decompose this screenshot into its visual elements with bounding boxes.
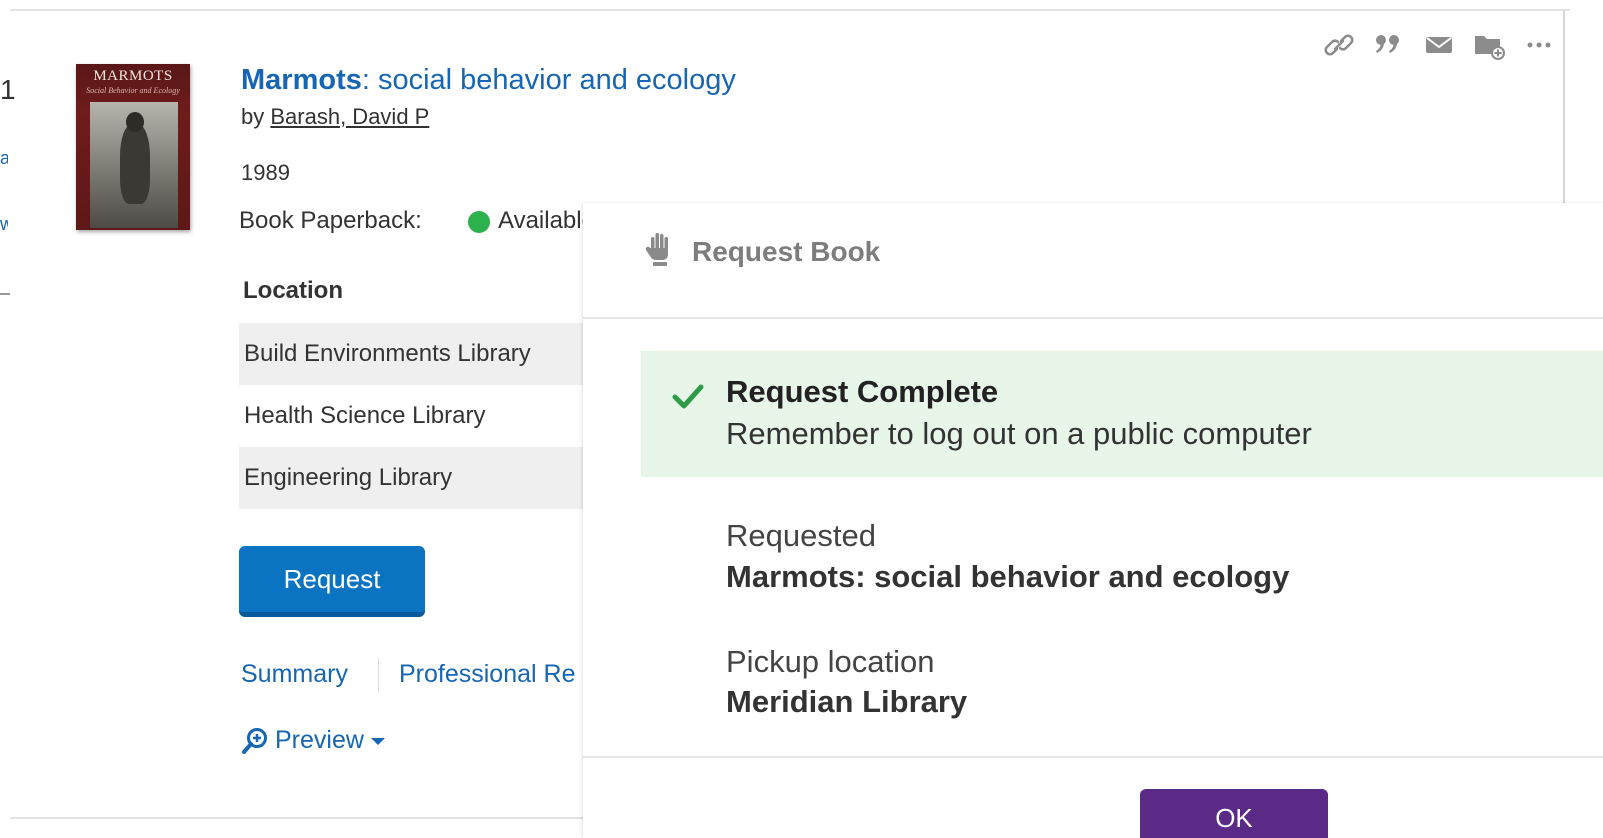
cover-marmot-photo <box>90 102 178 228</box>
quote-icon[interactable] <box>1372 28 1406 62</box>
left-link-fragment[interactable]: w <box>0 214 8 235</box>
email-icon[interactable] <box>1422 28 1456 62</box>
right-divider <box>1563 10 1565 205</box>
dialog-header-divider <box>583 317 1603 319</box>
left-link-fragment[interactable]: a <box>0 148 8 169</box>
cover-title: MARMOTS <box>93 68 173 84</box>
tab-summary[interactable]: Summary <box>241 660 348 689</box>
dialog-footer-divider <box>583 756 1603 758</box>
record-title-link[interactable]: Marmots: social behavior and ecology <box>241 64 736 97</box>
location-row[interactable]: Build Environments Library <box>239 323 584 385</box>
book-cover-thumbnail[interactable]: MARMOTS Social Behavior and Ecology <box>76 64 190 230</box>
author-line: by Barash, David P <box>241 104 429 130</box>
request-book-dialog: Request Book Request Complete Remember t… <box>583 203 1603 838</box>
zoom-search-icon <box>242 727 267 754</box>
success-alert <box>641 351 1603 477</box>
by-label: by <box>241 104 265 129</box>
availability-status-icon <box>468 211 490 233</box>
ok-button[interactable]: OK <box>1140 789 1328 838</box>
success-message: Remember to log out on a public computer <box>726 416 1312 451</box>
caret-down-icon <box>370 737 385 745</box>
author-link[interactable]: Barash, David P <box>270 104 429 129</box>
top-divider <box>10 9 1570 11</box>
tab-separator <box>378 658 379 692</box>
publication-year: 1989 <box>241 160 290 185</box>
title-bold: Marmots <box>241 64 362 96</box>
pickup-location-value: Meridian Library <box>726 684 968 719</box>
success-title: Request Complete <box>726 374 999 409</box>
checkmark-icon <box>672 384 704 409</box>
tab-professional-reviews[interactable]: Professional Re <box>399 660 584 689</box>
location-header: Location <box>243 277 343 304</box>
title-rest: : social behavior and ecology <box>361 64 736 96</box>
dialog-title: Request Book <box>692 236 881 267</box>
left-edge-fragment <box>0 293 10 295</box>
requested-value: Marmots: social behavior and ecology <box>726 559 1290 594</box>
location-row[interactable]: Health Science Library <box>239 385 584 447</box>
preview-dropdown[interactable]: Preview <box>241 726 386 755</box>
requested-label: Requested <box>726 518 876 553</box>
record-action-icons <box>1322 28 1556 62</box>
hand-icon <box>645 233 668 266</box>
bottom-divider <box>10 817 610 819</box>
pickup-location-label: Pickup location <box>726 644 935 679</box>
request-button[interactable]: Request <box>239 546 425 617</box>
preview-label: Preview <box>275 726 364 754</box>
format-label: Book Paperback: <box>239 207 422 234</box>
result-number: 1 <box>0 74 16 105</box>
link-icon[interactable] <box>1322 28 1356 62</box>
more-icon[interactable] <box>1522 28 1556 62</box>
cover-subtitle: Social Behavior and Ecology <box>86 86 180 95</box>
add-to-folder-icon[interactable] <box>1472 28 1506 62</box>
availability-status[interactable]: Available <box>498 207 588 235</box>
location-row[interactable]: Engineering Library <box>239 447 584 509</box>
